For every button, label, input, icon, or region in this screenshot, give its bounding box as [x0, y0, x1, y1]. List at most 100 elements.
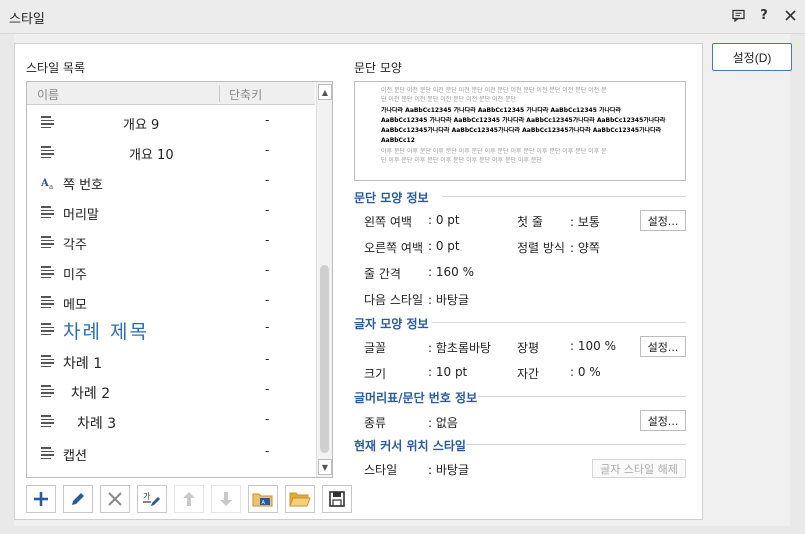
import-style-button[interactable]: A: [248, 485, 278, 513]
first-line-value: : 보통: [570, 215, 600, 229]
svg-text:a: a: [49, 183, 53, 190]
column-key-header[interactable]: 단축키: [229, 86, 262, 103]
svg-text:A: A: [41, 178, 49, 189]
char-style-icon: Aa: [40, 176, 55, 191]
style-list-item[interactable]: 차례 2 -: [27, 376, 315, 406]
style-list-item[interactable]: 머리말 -: [27, 197, 315, 227]
column-name-header[interactable]: 이름: [37, 86, 59, 103]
line-spacing-label: 줄 간격: [364, 267, 401, 281]
style-name: 개요 10: [129, 148, 174, 163]
style-shortcut: -: [265, 293, 270, 307]
style-list-item[interactable]: 미주 -: [27, 257, 315, 287]
preview-sample-line: AaBbCc12345 가나다라 AaBbCc12345 가나다라 AaBbCc…: [381, 117, 666, 124]
style-list[interactable]: 이름 단축키 개요 9- 개요 10- Aa 쪽 번호 - 머리말 - 각주 - 미주 - 메모 - 차례…: [26, 81, 333, 478]
paragraph-style-icon: [41, 447, 55, 460]
help-icon[interactable]: ?: [757, 7, 771, 23]
paragraph-style-icon: [41, 415, 55, 428]
paragraph-style-icon: [41, 296, 55, 309]
folder-open-icon: [289, 492, 311, 507]
style-shortcut: -: [265, 444, 270, 458]
list-scrollbar[interactable]: ▲ ▼: [316, 82, 332, 477]
paragraph-style-icon: [41, 323, 55, 336]
line-spacing-value: : 160 %: [428, 265, 474, 279]
style-list-item[interactable]: 메모 -: [27, 287, 315, 317]
ratio-label: 장평: [517, 341, 540, 355]
edit-style-button[interactable]: [63, 485, 93, 513]
style-shortcut: -: [265, 143, 270, 157]
bullet-settings-button[interactable]: 설정...: [640, 410, 686, 431]
preview-sample-line: AaBbCc12345가나다라 AaBbCc12345가나다라 AaBbCc12…: [381, 127, 662, 134]
style-list-item[interactable]: 각주 -: [27, 227, 315, 257]
scroll-up-icon[interactable]: ▲: [318, 84, 332, 100]
title-bar: 스타일 ?: [0, 0, 805, 34]
delete-x-icon: [108, 492, 122, 506]
paragraph-preview: 이전 문단 이전 문단 이전 문단 이전 문단 이전 문단 이전 문단 이전 문…: [354, 81, 686, 181]
paragraph-style-icon: [41, 266, 55, 279]
style-shortcut: -: [265, 233, 270, 247]
eyedropper-icon: 가: [143, 492, 160, 506]
first-line-label: 첫 줄: [517, 215, 543, 229]
move-up-button[interactable]: [174, 485, 204, 513]
preview-title: 문단 모양: [354, 61, 402, 75]
style-name: 차례 제목: [63, 321, 149, 343]
preview-sample-line: 가나다라 AaBbCc12345 가나다라 AaBbCc12345 가나다라 A…: [381, 107, 622, 114]
release-char-style-button[interactable]: 글자 스타일 해제: [592, 459, 686, 478]
char-settings-button[interactable]: 설정...: [640, 336, 686, 357]
save-style-button[interactable]: [322, 485, 352, 513]
bullet-info-title: 글머리표/문단 번호 정보: [354, 391, 478, 405]
save-icon: [329, 491, 345, 507]
add-style-button[interactable]: [26, 485, 56, 513]
folder-style-icon: A: [252, 493, 273, 507]
move-down-button[interactable]: [211, 485, 241, 513]
open-style-button[interactable]: [285, 485, 315, 513]
style-list-item[interactable]: 차례 3 -: [27, 406, 315, 436]
preview-next-line: 이후 문단 이후 문단 이후 문단 이후 문단 이후 문단 이후 문단 이후 문…: [381, 148, 607, 155]
arrow-down-icon: [220, 492, 232, 506]
preview-sample-line: AaBbCc12: [381, 137, 415, 144]
font-label: 글꼴: [364, 341, 387, 355]
svg-text:A: A: [262, 500, 266, 506]
style-name: 메모: [63, 298, 87, 313]
style-toolbar: 가 A: [26, 485, 359, 513]
style-name: 캡션: [63, 449, 87, 464]
size-label: 크기: [364, 367, 387, 381]
style-shortcut: -: [265, 352, 270, 366]
paragraph-style-icon: [41, 116, 55, 129]
scroll-thumb[interactable]: [320, 265, 329, 453]
next-style-label: 다음 스타일: [364, 293, 424, 307]
cursor-style-value: : 바탕글: [428, 463, 469, 477]
char-info-title: 글자 모양 정보: [354, 317, 429, 331]
style-list-item[interactable]: 개요 9 -: [27, 107, 315, 137]
preview-next-line: 단 이후 문단 이후 문단 이후 문단 이후 문단 이후 문단 이후 문단: [381, 157, 542, 164]
style-shortcut: -: [265, 263, 270, 277]
style-shortcut: -: [265, 412, 270, 426]
style-shortcut: -: [265, 320, 270, 334]
right-margin-value: : 0 pt: [428, 239, 460, 253]
next-style-value: : 바탕글: [428, 293, 469, 307]
scroll-down-icon[interactable]: ▼: [318, 459, 332, 475]
bullet-kind-value: : 없음: [428, 416, 458, 430]
plus-icon: [34, 492, 48, 506]
style-shortcut: -: [265, 173, 270, 187]
comment-icon[interactable]: [731, 7, 745, 23]
style-name: 차례 3: [77, 416, 117, 432]
align-label: 정렬 방식: [517, 241, 565, 255]
style-list-item[interactable]: 캡션 -: [27, 438, 315, 468]
close-icon[interactable]: [783, 7, 797, 23]
para-settings-button[interactable]: 설정...: [640, 210, 686, 231]
paragraph-style-icon: [41, 206, 55, 219]
left-margin-value: : 0 pt: [428, 213, 460, 227]
style-list-item[interactable]: Aa 쪽 번호 -: [27, 167, 315, 197]
window-title: 스타일: [9, 12, 45, 27]
style-name: 미주: [63, 268, 87, 283]
style-list-item[interactable]: 차례 1 -: [27, 346, 315, 376]
style-list-item[interactable]: 차례 제목 -: [27, 314, 315, 344]
style-name: 쪽 번호: [63, 178, 104, 193]
bullet-kind-label: 종류: [364, 416, 387, 430]
size-value: : 10 pt: [428, 365, 468, 379]
confirm-button[interactable]: 설정(D): [712, 43, 792, 71]
style-eyedropper-button[interactable]: 가: [137, 485, 167, 513]
delete-style-button[interactable]: [100, 485, 130, 513]
para-info-title: 문단 모양 정보: [354, 191, 429, 205]
style-list-item[interactable]: 개요 10 -: [27, 137, 315, 167]
